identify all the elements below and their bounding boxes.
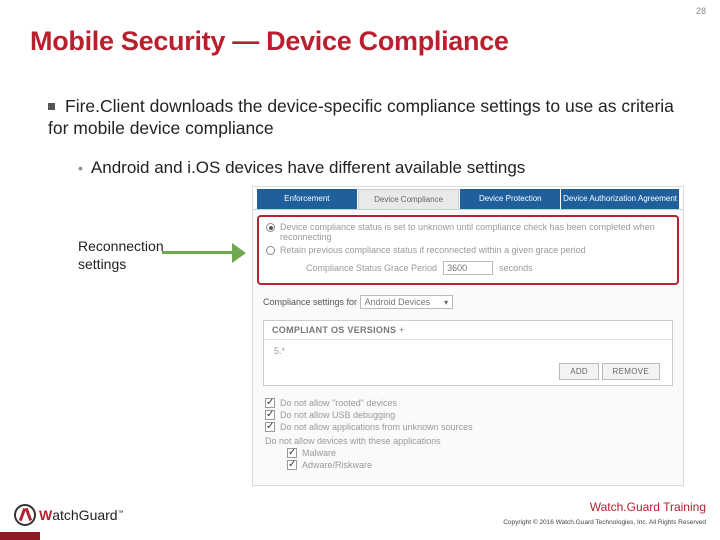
check-1-label: Do not allow "rooted" devices bbox=[280, 398, 397, 408]
callout-line-1: Reconnection bbox=[78, 238, 164, 254]
reconnect-option-retain[interactable]: Retain previous compliance status if rec… bbox=[266, 245, 670, 255]
reconnection-settings-highlight: Device compliance status is set to unkno… bbox=[257, 215, 679, 285]
check-3-label: Do not allow applications from unknown s… bbox=[280, 422, 473, 432]
os-button-row: ADD REMOVE bbox=[264, 360, 672, 385]
reconnect-option-unknown[interactable]: Device compliance status is set to unkno… bbox=[266, 222, 670, 242]
settings-for-label: Compliance settings for bbox=[263, 297, 357, 307]
tab-enforcement[interactable]: Enforcement bbox=[257, 189, 357, 209]
grace-period-unit: seconds bbox=[499, 263, 533, 273]
compliance-panel-screenshot: Enforcement Device Compliance Device Pro… bbox=[252, 186, 684, 486]
remove-button[interactable]: REMOVE bbox=[602, 363, 660, 380]
trademark-icon: ™ bbox=[118, 510, 124, 516]
logo-rest: atchGuard bbox=[52, 507, 117, 523]
tab-bar: Enforcement Device Compliance Device Pro… bbox=[253, 187, 683, 210]
checkbox-icon bbox=[265, 422, 275, 432]
checkbox-icon bbox=[287, 460, 297, 470]
plus-icon: + bbox=[399, 325, 405, 335]
check-adware-label: Adware/Riskware bbox=[302, 460, 372, 470]
checkbox-icon bbox=[265, 410, 275, 420]
logo-w: W bbox=[39, 507, 52, 523]
os-versions-header: COMPLIANT OS VERSIONS + bbox=[264, 321, 672, 340]
tab-device-auth-agreement[interactable]: Device Authorization Agreement bbox=[561, 189, 679, 209]
callout-arrow bbox=[162, 243, 247, 263]
footer-accent-bar bbox=[0, 532, 40, 540]
arrow-head-icon bbox=[232, 243, 246, 263]
reconnect-option-1-label: Device compliance status is set to unkno… bbox=[280, 222, 670, 242]
bullet-1-text: Fire.Client downloads the device-specifi… bbox=[48, 96, 674, 138]
tab-device-compliance[interactable]: Device Compliance bbox=[358, 189, 460, 209]
os-version-row[interactable]: 5.* bbox=[264, 340, 672, 360]
bullet-2-text: Android and i.OS devices have different … bbox=[91, 158, 525, 177]
check-malware[interactable]: Malware bbox=[287, 448, 671, 458]
footer-copyright: Copyright © 2016 Watch.Guard Technologie… bbox=[503, 519, 706, 526]
check-disallow-apps-group: Do not allow devices with these applicat… bbox=[265, 436, 671, 446]
add-button[interactable]: ADD bbox=[559, 363, 599, 380]
page-number: 28 bbox=[696, 6, 706, 16]
check-adware-riskware[interactable]: Adware/Riskware bbox=[287, 460, 671, 470]
watchguard-logo: WatchGuard™ bbox=[14, 504, 124, 526]
checkbox-icon bbox=[265, 398, 275, 408]
radio-icon bbox=[266, 223, 275, 232]
square-bullet-icon bbox=[48, 103, 55, 110]
device-type-select[interactable]: Android Devices bbox=[360, 295, 454, 309]
checkbox-icon bbox=[287, 448, 297, 458]
compliance-checkbox-list: Do not allow "rooted" devices Do not all… bbox=[253, 392, 683, 476]
settings-for-row: Compliance settings for Android Devices bbox=[253, 290, 683, 314]
grace-period-row: Compliance Status Grace Period seconds bbox=[306, 261, 670, 275]
slide-title: Mobile Security — Device Compliance bbox=[30, 26, 509, 57]
check-malware-label: Malware bbox=[302, 448, 336, 458]
arrow-line bbox=[162, 251, 234, 254]
callout-label: Reconnection settings bbox=[78, 238, 164, 273]
bullet-level-2: • Android and i.OS devices have different… bbox=[78, 158, 680, 178]
radio-icon bbox=[266, 246, 275, 255]
grace-period-input[interactable] bbox=[443, 261, 493, 275]
os-versions-header-text: COMPLIANT OS VERSIONS bbox=[272, 325, 396, 335]
check-rooted-devices[interactable]: Do not allow "rooted" devices bbox=[265, 398, 671, 408]
check-2-label: Do not allow USB debugging bbox=[280, 410, 395, 420]
dot-bullet-icon: • bbox=[78, 160, 83, 176]
bullet-level-1: Fire.Client downloads the device-specifi… bbox=[48, 96, 680, 140]
reconnect-option-2-label: Retain previous compliance status if rec… bbox=[280, 245, 586, 255]
tab-device-protection[interactable]: Device Protection bbox=[460, 189, 560, 209]
logo-icon bbox=[14, 504, 36, 526]
grace-period-label: Compliance Status Grace Period bbox=[306, 263, 437, 273]
check-usb-debugging[interactable]: Do not allow USB debugging bbox=[265, 410, 671, 420]
check-unknown-sources[interactable]: Do not allow applications from unknown s… bbox=[265, 422, 671, 432]
callout-line-2: settings bbox=[78, 256, 126, 272]
group-label: Do not allow devices with these applicat… bbox=[265, 436, 441, 446]
footer-training: Watch.Guard Training bbox=[590, 500, 706, 514]
compliant-os-versions-box: COMPLIANT OS VERSIONS + 5.* ADD REMOVE bbox=[263, 320, 673, 386]
